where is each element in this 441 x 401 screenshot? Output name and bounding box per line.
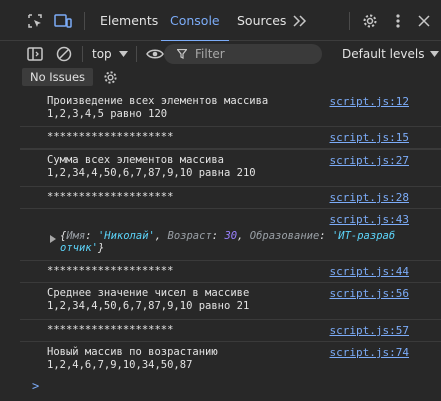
toolbar-divider (84, 12, 85, 30)
gear-icon[interactable] (360, 11, 380, 31)
message-text: 1,2,34,4,50,6,7,87,9,10 равно 21 (47, 300, 250, 312)
console-message: ******************** script.js:15 (20, 126, 441, 150)
message-text: Сумма всех элементов массива (47, 154, 225, 166)
source-link[interactable]: script.js:43 (330, 213, 409, 226)
context-selector[interactable]: top (92, 41, 128, 67)
toolbar-divider (136, 46, 137, 62)
tab-elements[interactable]: Elements (100, 0, 158, 41)
devtools-tabbar: Elements Console Sources (0, 0, 441, 42)
log-levels-dropdown[interactable]: Default levels (342, 41, 440, 67)
message-text: Среднее значение чисел в массиве (47, 287, 250, 299)
console-message: Среднее значение чисел в массиве 1,2,34,4… (20, 283, 441, 320)
message-text: ******************** (47, 131, 174, 143)
device-toolbar-icon[interactable] (53, 12, 73, 30)
close-icon[interactable] (414, 11, 434, 31)
tab-sources[interactable]: Sources (237, 0, 286, 41)
console-output: Произведение всех элементов массива 1,2,3… (0, 91, 441, 401)
message-text: Новый массив по возрастанию (47, 346, 218, 358)
source-link[interactable]: script.js:56 (330, 287, 409, 300)
filter-input[interactable]: Filter (164, 44, 322, 64)
tab-console[interactable]: Console (161, 0, 229, 42)
eye-icon[interactable] (145, 45, 165, 63)
message-text: Произведение всех элементов массива (47, 95, 269, 107)
source-link[interactable]: script.js:57 (330, 324, 409, 337)
expand-arrow-icon[interactable] (50, 235, 56, 243)
console-message: script.js:43 {Имя: 'Николай', Возраст: 3… (20, 209, 441, 261)
message-text: ******************** (47, 324, 174, 336)
source-link[interactable]: script.js:44 (330, 265, 409, 278)
inspect-element-icon[interactable] (26, 12, 44, 30)
issues-bar: No Issues (0, 67, 441, 87)
dropdown-arrow-icon (430, 51, 440, 57)
filter-icon (177, 49, 187, 59)
toolbar-divider (82, 46, 83, 62)
source-link[interactable]: script.js:12 (330, 95, 409, 108)
console-message: ******************** script.js:44 (20, 261, 441, 283)
source-link[interactable]: script.js:74 (330, 346, 409, 359)
toolbar-divider (349, 12, 350, 30)
more-tabs-icon[interactable] (291, 12, 309, 30)
console-message: ******************** script.js:57 (20, 320, 441, 342)
object-preview[interactable]: {Имя: 'Николай', Возраст: 30, Образовани… (60, 230, 395, 254)
message-text: 1,2,3,4,5 равно 120 (47, 108, 168, 120)
console-toolbar: top Filter Default levels (0, 41, 441, 67)
clear-console-icon[interactable] (55, 45, 73, 63)
message-text: 1,2,4,6,7,9,10,34,50,87 (47, 359, 193, 371)
console-message: Сумма всех элементов массива 1,2,34,4,50,… (20, 150, 441, 187)
message-text: 1,2,34,4,50,6,7,87,9,10 равна 210 (47, 167, 256, 179)
source-link[interactable]: script.js:15 (330, 131, 409, 144)
source-link[interactable]: script.js:28 (330, 191, 409, 204)
console-prompt[interactable]: > (32, 380, 39, 393)
source-link[interactable]: script.js:27 (330, 154, 409, 167)
console-message: ******************** script.js:28 (20, 187, 441, 209)
sidebar-toggle-icon[interactable] (26, 45, 44, 63)
kebab-menu-icon[interactable] (388, 11, 408, 31)
message-text: ******************** (47, 265, 174, 277)
console-message: Новый массив по возрастанию 1,2,4,6,7,9,1… (20, 342, 441, 379)
issues-button[interactable]: No Issues (22, 68, 94, 86)
dropdown-arrow-icon (118, 51, 128, 57)
gear-icon[interactable] (100, 67, 120, 87)
message-text: ******************** (47, 191, 174, 203)
